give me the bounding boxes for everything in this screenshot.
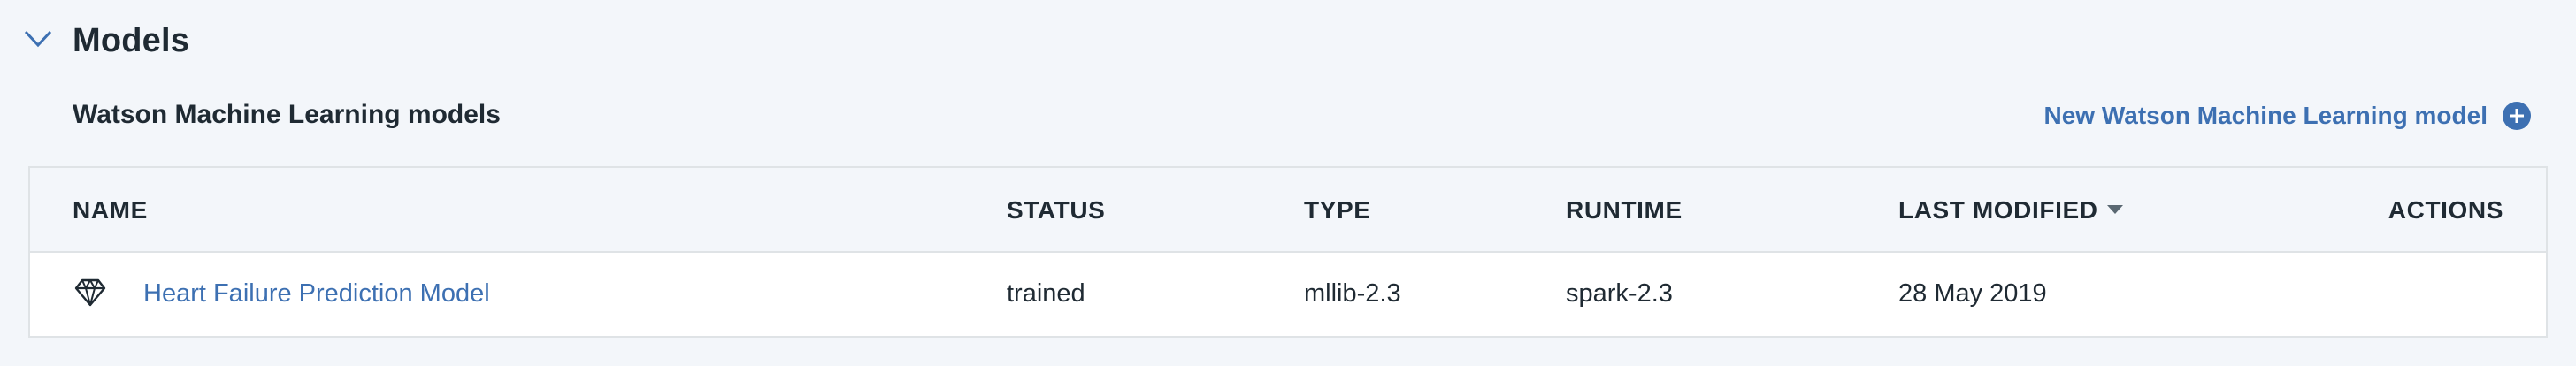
- table-header: NAME STATUS TYPE RUNTIME LAST MODIFIED A…: [30, 168, 2546, 253]
- column-header-type[interactable]: TYPE: [1304, 194, 1371, 226]
- column-header-actions: ACTIONS: [2388, 196, 2503, 224]
- column-header-runtime[interactable]: RUNTIME: [1566, 194, 1683, 226]
- column-header-status[interactable]: STATUS: [1007, 194, 1105, 226]
- model-status: trained: [1007, 279, 1085, 308]
- new-model-button[interactable]: New Watson Machine Learning model: [2044, 95, 2532, 136]
- column-header-last-modified[interactable]: LAST MODIFIED: [1898, 194, 2123, 226]
- chevron-down-icon[interactable]: [23, 27, 53, 51]
- model-diamond-icon: [74, 278, 106, 307]
- subheader-title: Watson Machine Learning models: [73, 100, 501, 129]
- add-circle-icon[interactable]: [2502, 101, 2532, 131]
- model-name-link[interactable]: Heart Failure Prediction Model: [143, 277, 490, 310]
- sort-descending-icon[interactable]: [2106, 204, 2123, 214]
- model-runtime: spark-2.3: [1566, 279, 1673, 308]
- models-table: NAME STATUS TYPE RUNTIME LAST MODIFIED A…: [28, 166, 2548, 338]
- model-type: mllib-2.3: [1304, 279, 1401, 308]
- column-header-last-modified-label: LAST MODIFIED: [1898, 196, 2098, 224]
- model-last-modified: 28 May 2019: [1898, 279, 2047, 308]
- section-title: Models: [73, 22, 190, 59]
- new-model-label[interactable]: New Watson Machine Learning model: [2044, 102, 2488, 130]
- models-section-header: Models: [0, 0, 531, 84]
- table-row: Heart Failure Prediction Model trained m…: [30, 253, 2546, 336]
- column-header-name[interactable]: NAME: [73, 194, 148, 226]
